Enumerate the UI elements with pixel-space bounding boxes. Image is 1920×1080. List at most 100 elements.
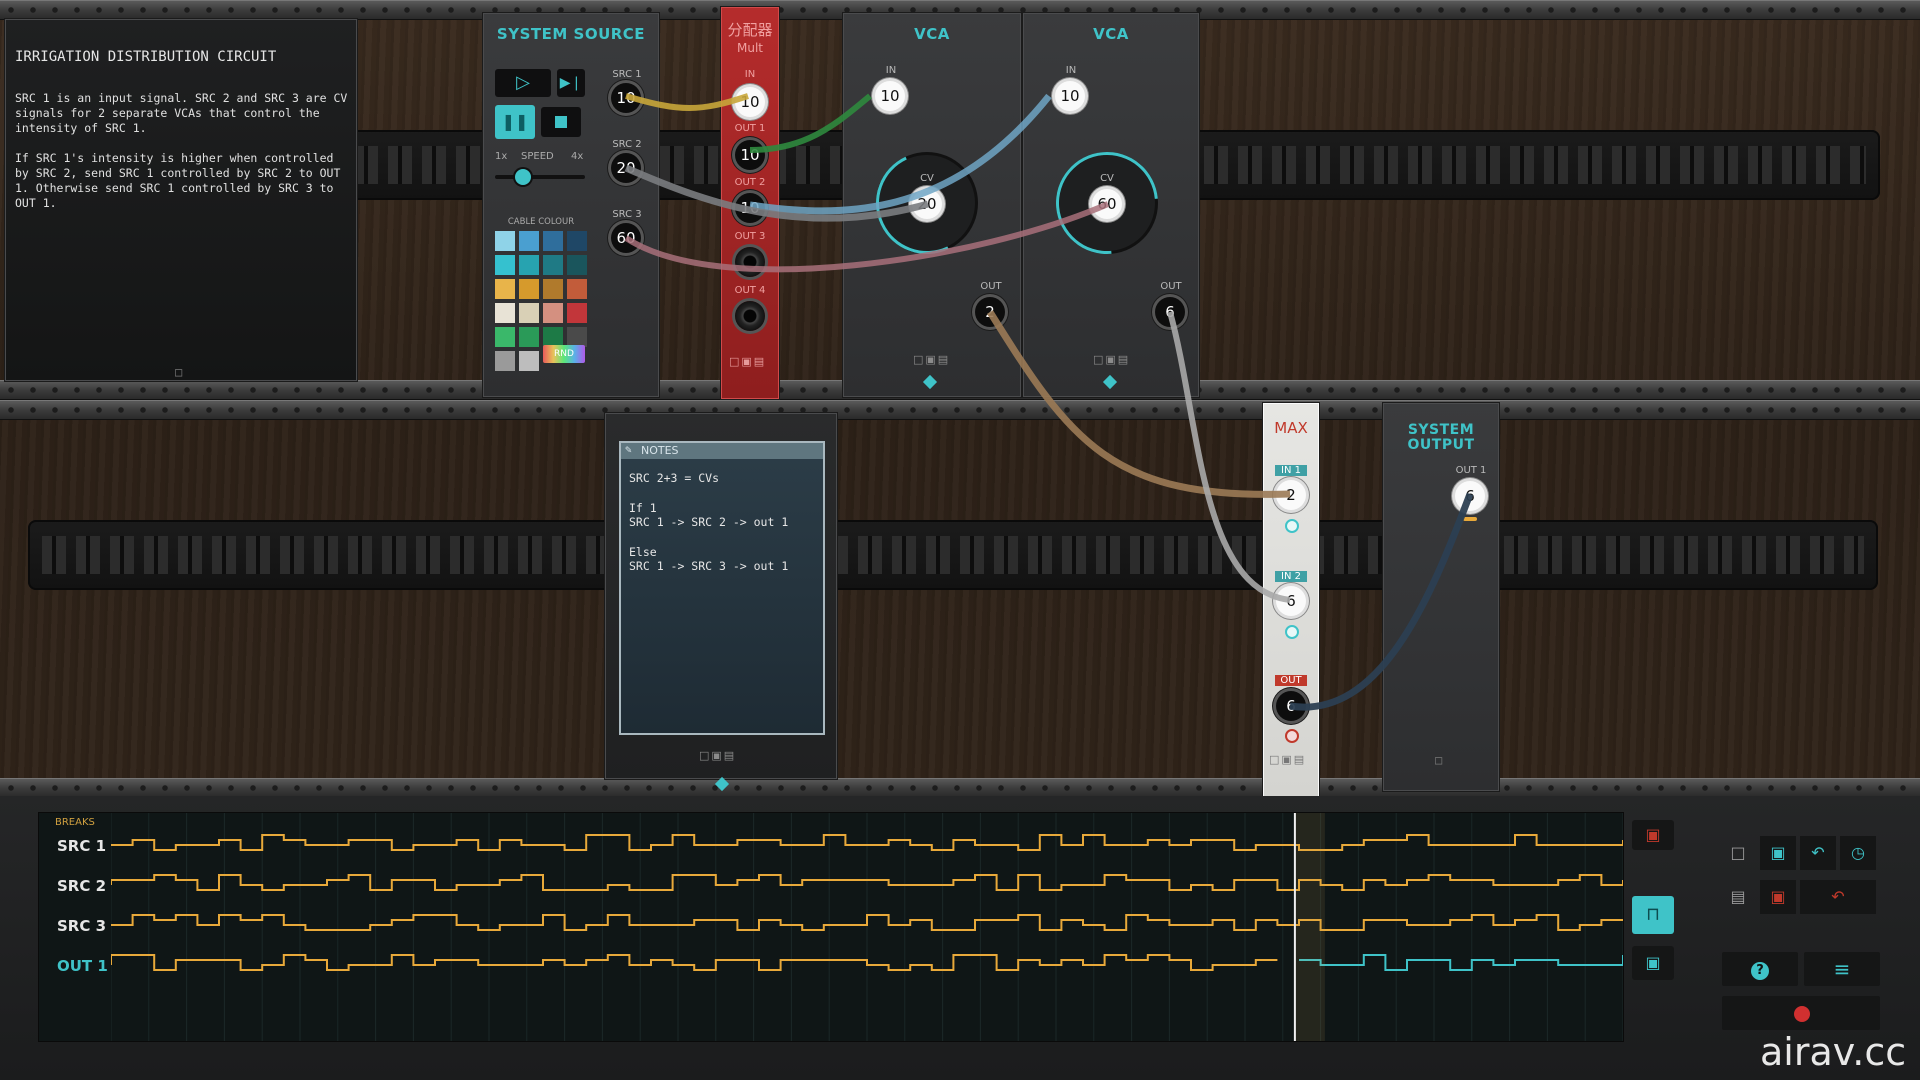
undo-button[interactable]: ↶: [1800, 836, 1836, 870]
lock-button[interactable]: □: [1720, 836, 1756, 870]
module-tools-icon[interactable]: □▣▤: [729, 355, 766, 368]
play-button[interactable]: ▷: [495, 69, 551, 97]
cable-colour-swatch[interactable]: [519, 231, 539, 251]
cable-colour-swatch[interactable]: [567, 279, 587, 299]
mult-out4-label: OUT 4: [734, 285, 766, 296]
speed-slider[interactable]: [495, 169, 585, 185]
puzzle-title: IRRIGATION DISTRIBUTION CIRCUIT: [15, 49, 277, 65]
waveform-display: [111, 813, 1623, 1041]
vca1-out-jack[interactable]: 2: [975, 297, 1005, 327]
cable-colour-swatch[interactable]: [495, 303, 515, 323]
mult-in-jack[interactable]: 10: [735, 87, 765, 117]
save-button[interactable]: ▣: [1760, 836, 1796, 870]
waveform-trace: [111, 954, 1278, 971]
system-source-panel: SYSTEM SOURCE ▷ ▶❘ ❚❚ 1x SPEED 4x CABLE …: [482, 12, 660, 398]
cable-colour-swatch[interactable]: [519, 327, 539, 347]
max-out-jack[interactable]: 6: [1276, 691, 1306, 721]
max-out-label: OUT: [1275, 675, 1307, 686]
module-tools-icon[interactable]: □▣▤: [1269, 753, 1306, 766]
module-tools-icon[interactable]: □▣▤: [1093, 353, 1130, 366]
cable-colour-swatch[interactable]: [543, 255, 563, 275]
cable-colour-swatch[interactable]: [567, 231, 587, 251]
vca1-in-jack[interactable]: 10: [875, 81, 905, 111]
record-icon: [1794, 1006, 1810, 1022]
cable-colour-swatch[interactable]: [543, 231, 563, 251]
history-button[interactable]: ◷: [1840, 836, 1876, 870]
module-tools-icon[interactable]: □▣▤: [913, 353, 950, 366]
help-button[interactable]: ?: [1722, 952, 1798, 986]
system-output-panel: SYSTEM OUTPUT OUT 1 6 □: [1382, 402, 1500, 792]
mult-out3-jack[interactable]: [735, 247, 765, 277]
mult-title: Mult: [737, 41, 763, 55]
notes-line: SRC 1 -> SRC 2 -> out 1: [629, 515, 789, 529]
vca2-out-jack[interactable]: 6: [1155, 297, 1185, 327]
redo-button[interactable]: ↶: [1800, 880, 1876, 914]
mult-out2-jack[interactable]: 10: [735, 193, 765, 223]
vca1-in-label: IN: [885, 65, 897, 76]
speed-slider-handle[interactable]: [515, 169, 531, 185]
vca1-cv-label: CV: [920, 173, 934, 184]
cable-colour-swatch[interactable]: [495, 327, 515, 347]
module-tools-icon[interactable]: □▣▤: [699, 749, 736, 762]
lock-icon[interactable]: □: [1435, 753, 1442, 767]
delete-button[interactable]: ▤: [1720, 880, 1756, 914]
cable-colour-swatch[interactable]: [495, 255, 515, 275]
cable-colour-swatch[interactable]: [543, 327, 563, 347]
system-output-title-line: OUTPUT: [1407, 437, 1475, 453]
menu-button[interactable]: ≡: [1804, 952, 1880, 986]
src3-jack[interactable]: 60: [611, 223, 641, 253]
rack-rail: [0, 400, 1920, 420]
stop-button[interactable]: [541, 107, 581, 137]
max-title: MAX: [1274, 419, 1308, 437]
mult-out4-jack[interactable]: [735, 301, 765, 331]
puzzle-description: If SRC 1's intensity is higher when cont…: [15, 151, 341, 210]
src2-jack[interactable]: 20: [611, 153, 641, 183]
cable-colour-swatch[interactable]: [519, 303, 539, 323]
mult-out1-jack[interactable]: 10: [735, 140, 765, 170]
vca2-cv-label: CV: [1100, 173, 1114, 184]
system-output-out1-jack[interactable]: 6: [1455, 481, 1485, 511]
notes-line: If 1: [629, 501, 657, 515]
waveform-mode-button[interactable]: ⊓: [1632, 896, 1674, 934]
speed-min-label: 1x: [495, 151, 508, 162]
load-button[interactable]: ▣: [1760, 880, 1796, 914]
src1-jack[interactable]: 10: [611, 83, 641, 113]
floppy-icon: ▣: [1770, 843, 1786, 862]
clear-scope-button[interactable]: ▣: [1632, 820, 1674, 850]
record-button[interactable]: [1722, 996, 1880, 1030]
speed-max-label: 4x: [571, 151, 584, 162]
max-in1-label: IN 1: [1275, 465, 1307, 476]
trash-icon: ▤: [1730, 887, 1746, 906]
cable-colour-swatch[interactable]: [519, 279, 539, 299]
lock-icon[interactable]: □: [175, 365, 182, 379]
undo-icon: ↶: [1811, 843, 1825, 862]
max-in2-jack[interactable]: 6: [1276, 586, 1306, 616]
rnd-colour-button[interactable]: RND: [543, 345, 585, 363]
module-badge-icon: [922, 374, 938, 390]
vca2-title: VCA: [1093, 25, 1129, 43]
system-output-led: [1463, 517, 1477, 521]
notes-card[interactable]: ✎ NOTES SRC 2+3 = CVs If 1 SRC 1 -> SRC …: [619, 441, 825, 735]
notes-line: SRC 2+3 = CVs: [629, 471, 720, 485]
pause-button[interactable]: ❚❚: [495, 105, 535, 139]
cable-colour-swatch[interactable]: [543, 279, 563, 299]
max-in1-jack[interactable]: 2: [1276, 480, 1306, 510]
cable-colour-swatch[interactable]: [495, 231, 515, 251]
vca2-cv-jack[interactable]: 60: [1092, 189, 1122, 219]
cable-colour-swatch[interactable]: [567, 255, 587, 275]
cable-colour-swatch[interactable]: [495, 279, 515, 299]
menu-icon: ≡: [1833, 957, 1851, 981]
cable-colour-swatch[interactable]: [567, 327, 587, 347]
puzzle-description: SRC 1 is an input signal. SRC 2 and SRC …: [15, 91, 348, 135]
vca2-in-jack[interactable]: 10: [1055, 81, 1085, 111]
cable-colour-swatch[interactable]: [519, 255, 539, 275]
cable-colour-swatch[interactable]: [567, 303, 587, 323]
vca1-cv-jack[interactable]: 20: [912, 189, 942, 219]
pencil-icon: ✎: [625, 443, 632, 456]
step-button[interactable]: ▶❘: [557, 69, 585, 97]
cable-colour-swatch[interactable]: [495, 351, 515, 371]
cable-colour-swatch[interactable]: [519, 351, 539, 371]
mult-in-label: IN: [744, 69, 756, 80]
save-scope-button[interactable]: ▣: [1632, 946, 1674, 980]
cable-colour-swatch[interactable]: [543, 303, 563, 323]
